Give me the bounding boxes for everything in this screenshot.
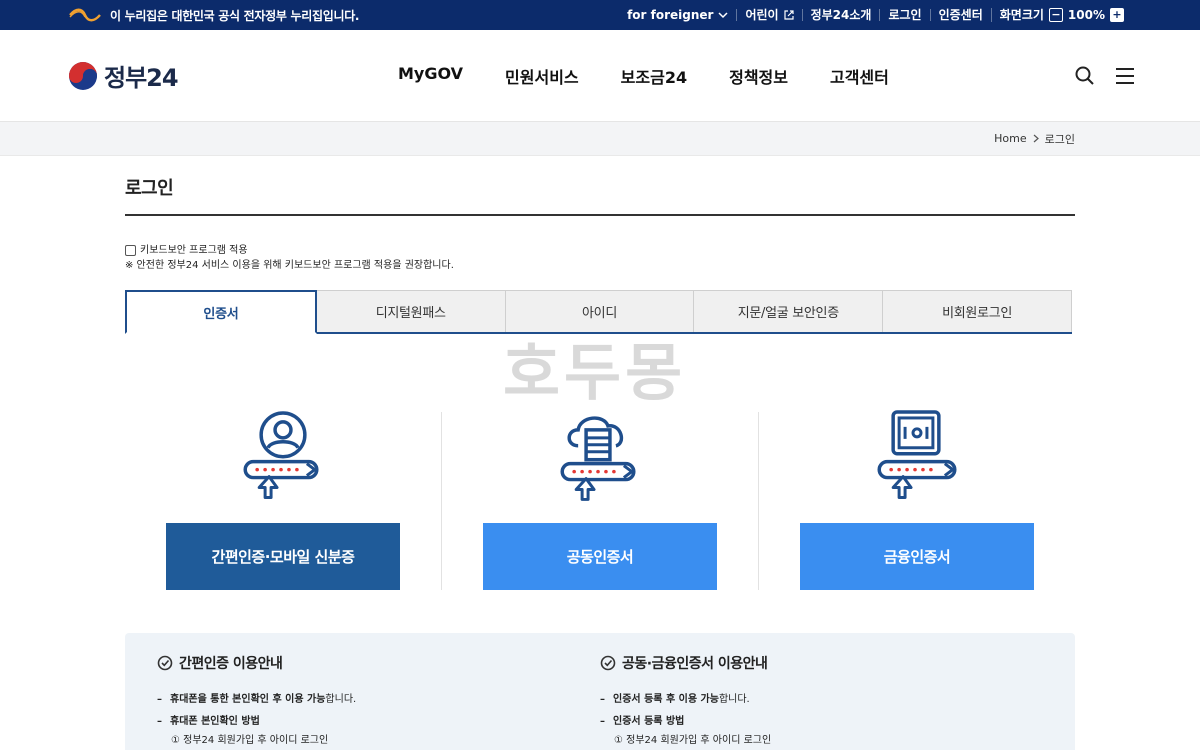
list-item: – 휴대폰을 통한 본인확인 후 이용 가능합니다. — [157, 694, 357, 705]
cert-center-link[interactable]: 인증센터 — [929, 9, 991, 21]
breadcrumb-home[interactable]: Home — [994, 132, 1026, 145]
logo-text: 정부24 — [104, 64, 179, 92]
foreigner-label: for foreigner — [627, 8, 714, 22]
taegeuk-logo-icon — [69, 61, 97, 90]
hamburger-menu-icon[interactable] — [1116, 67, 1134, 84]
usage-guide: 간편인증 이용안내 – 휴대폰을 통한 본인확인 후 이용 가능합니다. – 휴대폰… — [125, 633, 1075, 750]
login-content: 로그인 키보드보안 프로그램 적용 ※ 안전한 정부24 서비스 이용을 위해 … — [0, 174, 1200, 750]
keyboard-security-label: 키보드보안 프로그램 적용 — [140, 245, 248, 256]
watermark-text: 호두몽 — [503, 336, 687, 409]
kids-label: 어린이 — [745, 8, 779, 22]
cert-guide-heading: 공동·금융인증서 이용안내 — [600, 653, 1043, 673]
cert-guide-title: 공동·금융인증서 이용안내 — [622, 656, 768, 672]
keyboard-security: 키보드보안 프로그램 적용 ※ 안전한 정부24 서비스 이용을 위해 키보드보… — [125, 243, 1075, 273]
user-certificate-icon — [243, 411, 319, 499]
tab-biometric[interactable]: 지문/얼굴 보안인증 — [694, 290, 884, 332]
chevron-down-icon — [718, 11, 728, 18]
guide-item-bold: 휴대폰 본인확인 방법 — [170, 716, 260, 727]
chevron-right-icon — [1033, 134, 1039, 143]
keyboard-security-option[interactable]: 키보드보안 프로그램 적용 — [125, 243, 1075, 258]
check-circle-icon — [157, 655, 173, 671]
search-icon[interactable] — [1075, 66, 1094, 85]
cloud-certificate-icon — [560, 416, 636, 501]
gov-banner: 이 누리집은 대한민국 공식 전자정부 누리집입니다. for foreigne… — [0, 0, 1200, 30]
foreigner-link[interactable]: for foreigner — [627, 9, 736, 21]
tab-guest-login[interactable]: 비회원로그인 — [883, 290, 1072, 332]
simple-auth-method: 간편인증·모바일 신분증 — [125, 411, 441, 590]
joint-cert-button[interactable]: 공동인증서 — [483, 523, 717, 590]
external-link-icon — [783, 10, 794, 20]
check-circle-icon — [600, 655, 616, 671]
financial-cert-method: 금융인증서 — [758, 410, 1075, 590]
simple-auth-guide-title: 간편인증 이용안내 — [179, 656, 283, 672]
cert-guide-list: – 인증서 등록 후 이용 가능합니다. – 인증서 등록 방법 — [600, 689, 1043, 733]
site-header: 정부24 MyGOV 민원서비스 보조금24 정책정보 고객센터 — [0, 30, 1200, 122]
kids-link[interactable]: 어린이 — [736, 9, 801, 21]
safe-certificate-icon — [877, 410, 957, 499]
header-icons — [1075, 66, 1134, 85]
site-logo[interactable]: 정부24 — [68, 58, 398, 93]
nav-mygov[interactable]: MyGOV — [398, 64, 463, 88]
utility-menu: for foreigner 어린이 정부24소개 로그인 인증센터 화면크기 −… — [627, 8, 1132, 22]
nav-civil-service[interactable]: 민원서비스 — [505, 64, 579, 88]
official-site-notice: 이 누리집은 대한민국 공식 전자정부 누리집입니다. — [110, 8, 360, 23]
financial-cert-button[interactable]: 금융인증서 — [800, 523, 1034, 590]
tab-certificate[interactable]: 인증서 — [125, 290, 317, 334]
simple-auth-button[interactable]: 간편인증·모바일 신분증 — [166, 523, 400, 590]
zoom-out-button[interactable]: − — [1048, 8, 1063, 22]
list-item: – 휴대폰 본인확인 방법 — [157, 711, 600, 733]
guide-sub-item: ① 정부24 회원가입 후 아이디 로그인 — [614, 735, 772, 746]
tab-digital-onepass[interactable]: 디지털원패스 — [316, 290, 506, 332]
guide-item-text: 합니다. — [325, 694, 357, 705]
cert-guide: 공동·금융인증서 이용안내 – 인증서 등록 후 이용 가능합니다. – 인증서 등… — [600, 653, 1043, 750]
guide-item-bold: 휴대폰을 통한 본인확인 후 이용 가능 — [170, 694, 326, 705]
nav-subsidy24[interactable]: 보조금24 — [621, 64, 687, 88]
zoom-in-button[interactable]: + — [1110, 8, 1124, 22]
list-item: – 인증서 등록 방법 — [600, 711, 1043, 733]
simple-auth-guide: 간편인증 이용안내 – 휴대폰을 통한 본인확인 후 이용 가능합니다. – 휴대폰… — [157, 653, 600, 750]
simple-auth-guide-heading: 간편인증 이용안내 — [157, 653, 600, 673]
gov-emblem-icon — [69, 8, 101, 22]
joint-cert-method: 공동인증서 — [441, 412, 758, 590]
nav-customer-center[interactable]: 고객센터 — [830, 64, 889, 88]
list-item: – 인증서 등록 후 이용 가능합니다. — [600, 694, 750, 705]
page-title: 로그인 — [125, 174, 1075, 216]
keyboard-security-checkbox[interactable] — [125, 245, 136, 256]
keyboard-security-note: ※ 안전한 정부24 서비스 이용을 위해 키보드보안 프로그램 적용을 권장합… — [125, 260, 454, 271]
screen-size-control: 화면크기 − 100% + — [990, 8, 1132, 22]
certificate-methods: 간편인증·모바일 신분증 공동인증서 금융인증서 — [125, 410, 1075, 590]
breadcrumb-current: 로그인 — [1044, 132, 1075, 146]
main-nav: MyGOV 민원서비스 보조금24 정책정보 고객센터 — [398, 64, 1075, 88]
guide-item-text: 합니다. — [718, 694, 750, 705]
simple-auth-guide-list: – 휴대폰을 통한 본인확인 후 이용 가능합니다. – 휴대폰 본인확인 방법 — [157, 689, 600, 733]
guide-item-bold: 인증서 등록 방법 — [613, 716, 685, 727]
breadcrumb: Home 로그인 — [0, 122, 1200, 156]
zoom-level: 100% — [1067, 8, 1105, 22]
login-link[interactable]: 로그인 — [879, 9, 929, 21]
nav-policy-info[interactable]: 정책정보 — [729, 64, 788, 88]
guide-sub-item: ① 정부24 회원가입 후 아이디 로그인 — [171, 735, 329, 746]
about-link[interactable]: 정부24소개 — [801, 9, 880, 21]
screen-size-label: 화면크기 — [999, 8, 1044, 22]
guide-item-bold: 인증서 등록 후 이용 가능 — [613, 694, 719, 705]
